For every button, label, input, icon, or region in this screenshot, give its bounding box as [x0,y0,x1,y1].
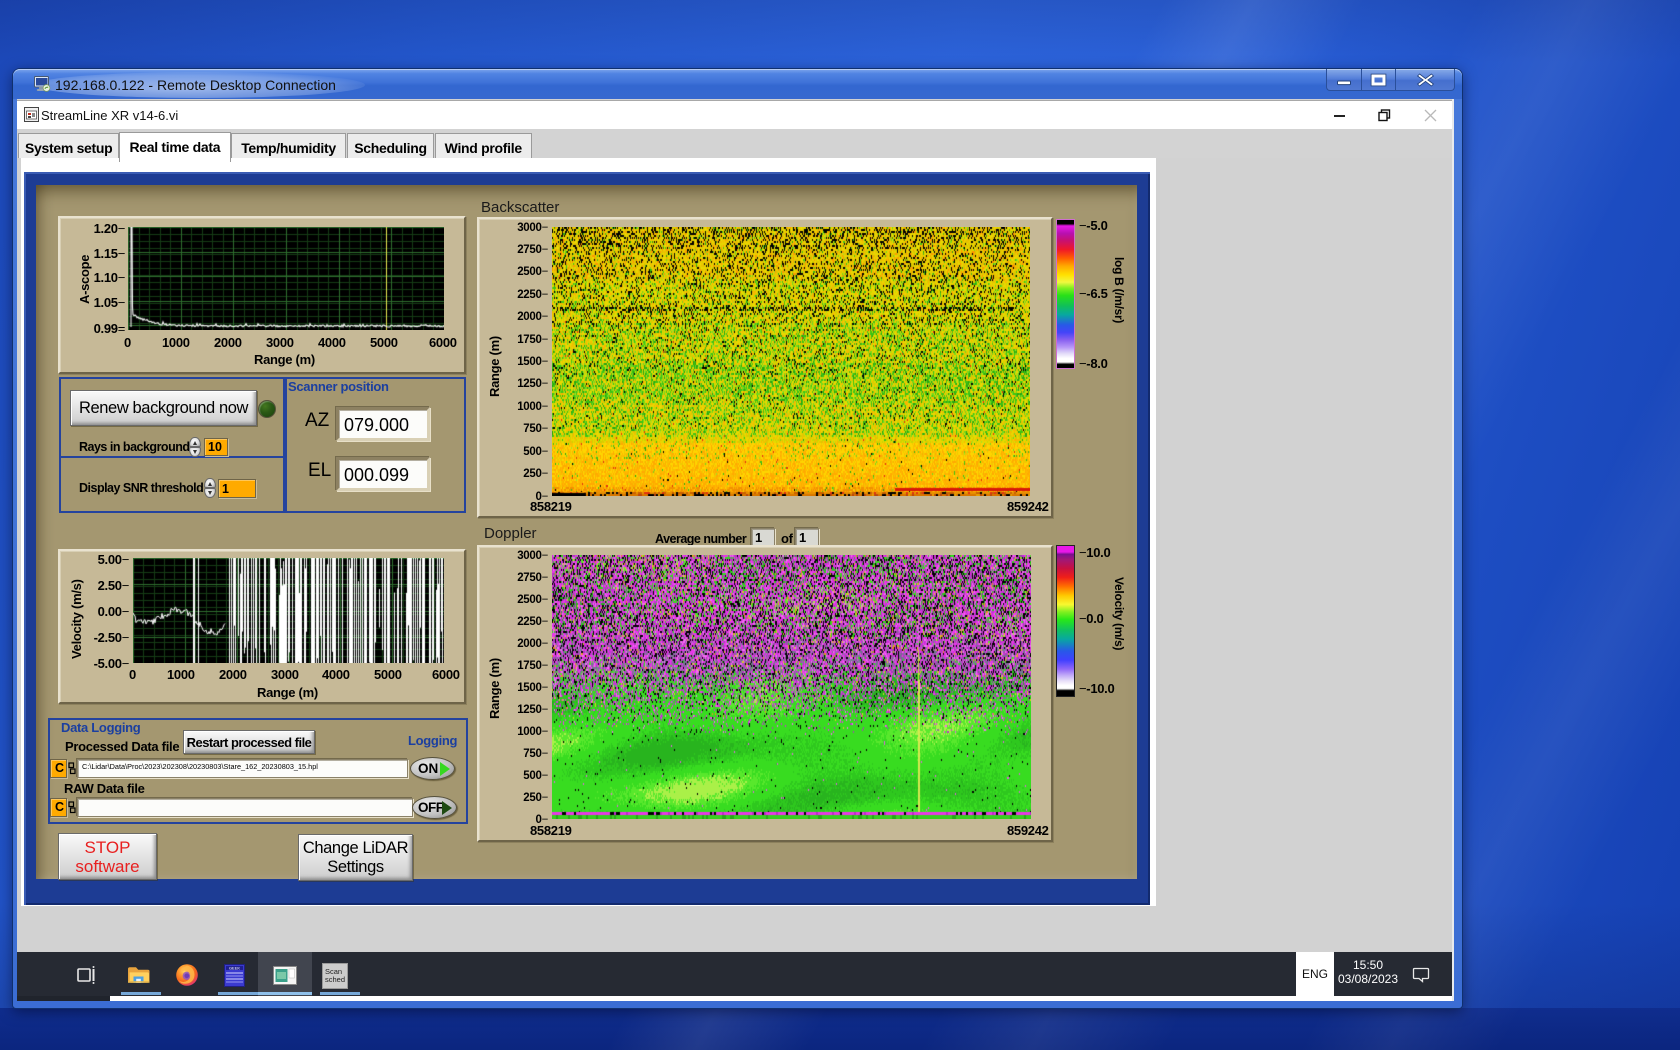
svg-text:GEEK: GEEK [229,966,240,971]
